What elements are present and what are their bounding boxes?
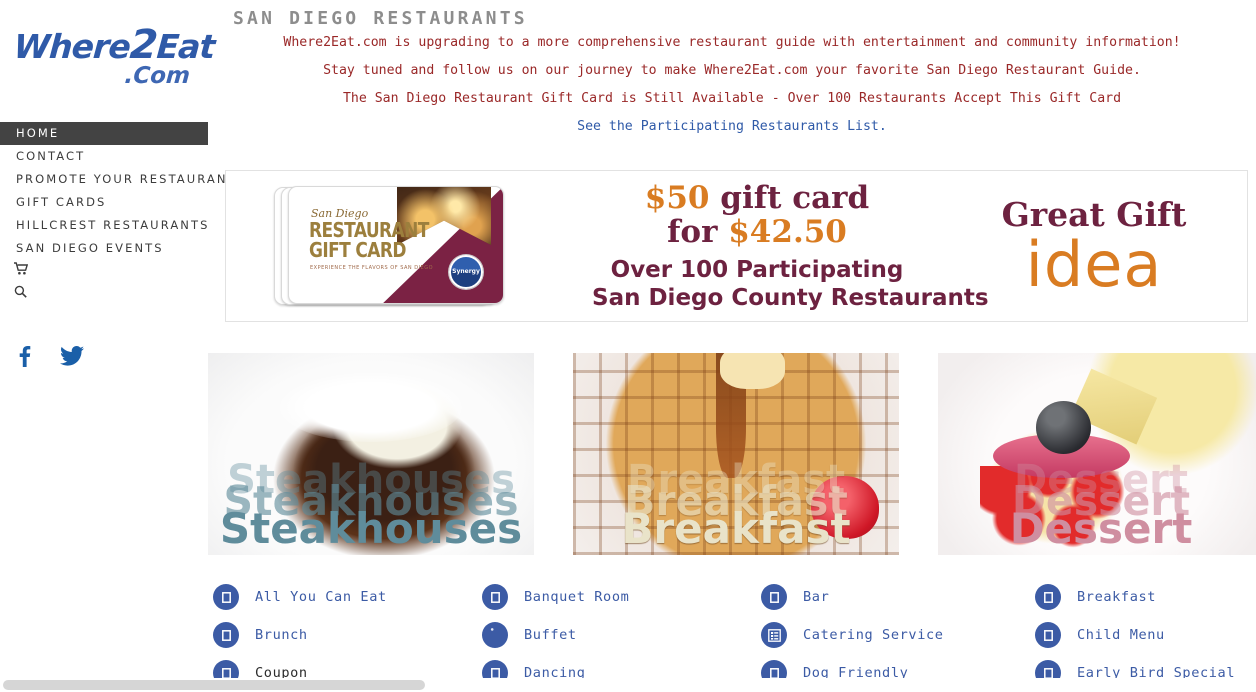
feature-link-buffet[interactable]: Buffet xyxy=(482,616,756,654)
social-links xyxy=(14,345,84,367)
banner-offer-text: $50 gift card for $42.50 Over 100 Partic… xyxy=(592,179,989,312)
announcement-line-2: Stay tuned and follow us on our journey … xyxy=(323,63,1141,78)
feature-link-bar[interactable]: Bar xyxy=(756,578,1030,616)
feature-label: Bar xyxy=(803,589,830,605)
tile-breakfast[interactable]: Breakfast Breakfast Breakfast xyxy=(573,353,899,555)
square-outline-icon xyxy=(213,584,239,610)
feature-row: All You Can Eat Banquet Room Bar Breakfa… xyxy=(208,578,1256,616)
gift-card-line2: GIFT CARD xyxy=(309,239,406,263)
banner-offer-for: for xyxy=(667,213,729,250)
gift-card-stack-image: San Diego RESTAURANT GIFT CARD EXPERIENC… xyxy=(274,184,510,308)
announcement-line-3: The San Diego Restaurant Gift Card is St… xyxy=(342,91,1122,106)
tile-dessert[interactable]: Dessert Dessert Dessert xyxy=(938,353,1256,555)
feature-link-grid: All You Can Eat Banquet Room Bar Breakfa… xyxy=(208,578,1256,692)
feature-label: Catering Service xyxy=(803,627,944,643)
horizontal-scrollbar[interactable] xyxy=(0,678,1256,692)
tile-steakhouses[interactable]: Steakhouses Steakhouses Steakhouses xyxy=(208,353,534,555)
sidebar-item-promote-your-restaurant[interactable]: PROMOTE YOUR RESTAURANT xyxy=(0,168,235,191)
banner-offer-price: $42.50 xyxy=(728,213,847,250)
feature-link-child-menu[interactable]: Child Menu xyxy=(1030,616,1256,654)
dessert-photo xyxy=(938,353,1256,555)
site-logo[interactable]: Where2Eat .Com xyxy=(12,22,216,100)
filled-circle-icon xyxy=(482,622,508,648)
gift-card-tagline: EXPERIENCE THE FLAVORS OF SAN DIEGO xyxy=(310,265,434,271)
sidebar-item-san-diego-events[interactable]: SAN DIEGO EVENTS xyxy=(0,237,208,260)
participating-restaurants-line: See the Participating Restaurants List. xyxy=(208,118,1256,136)
shopping-cart-icon[interactable] xyxy=(0,260,208,283)
logo-text-line2: .Com xyxy=(123,63,191,89)
feature-label: Breakfast xyxy=(1077,589,1157,605)
twitter-icon[interactable] xyxy=(60,346,84,366)
banner-offer-label: gift card xyxy=(709,179,870,216)
square-outline-icon xyxy=(213,622,239,648)
sidebar-nav: HOME CONTACT PROMOTE YOUR RESTAURANT GIF… xyxy=(0,122,235,306)
page-title: SAN DIEGO RESTAURANTS xyxy=(233,8,528,29)
waffle-photo xyxy=(573,353,899,555)
category-tiles: Steakhouses Steakhouses Steakhouses Brea… xyxy=(208,353,1256,555)
logo-text-line1: Where2Eat xyxy=(12,22,216,68)
announcement-block: Where2Eat.com is upgrading to a more com… xyxy=(208,34,1256,146)
feature-link-brunch[interactable]: Brunch xyxy=(208,616,482,654)
steak-photo xyxy=(208,353,534,555)
banner-offer-line3: Over 100 Participating xyxy=(610,256,904,283)
scrollbar-thumb[interactable] xyxy=(3,680,425,690)
feature-label: Child Menu xyxy=(1077,627,1165,643)
square-outline-icon xyxy=(1035,622,1061,648)
feature-link-catering-service[interactable]: Catering Service xyxy=(756,616,1030,654)
search-icon[interactable] xyxy=(0,283,208,306)
square-outline-icon xyxy=(1035,584,1061,610)
square-outline-icon xyxy=(482,584,508,610)
facebook-icon[interactable] xyxy=(14,345,34,367)
feature-label: Buffet xyxy=(524,627,577,643)
page-root: Where2Eat .Com HOME CONTACT PROMOTE YOUR… xyxy=(0,0,1256,692)
participating-restaurants-link[interactable]: See the Participating Restaurants List. xyxy=(577,119,887,134)
feature-label: All You Can Eat xyxy=(255,589,387,605)
feature-link-all-you-can-eat[interactable]: All You Can Eat xyxy=(208,578,482,616)
gift-card-banner[interactable]: San Diego RESTAURANT GIFT CARD EXPERIENC… xyxy=(225,170,1248,322)
main-content: SAN DIEGO RESTAURANTS Where2Eat.com is u… xyxy=(208,0,1256,692)
announcement-line-1: Where2Eat.com is upgrading to a more com… xyxy=(283,35,1181,50)
sidebar: Where2Eat .Com HOME CONTACT PROMOTE YOUR… xyxy=(0,0,235,692)
feature-link-breakfast[interactable]: Breakfast xyxy=(1030,578,1256,616)
banner-offer-line4: San Diego County Restaurants xyxy=(592,284,989,311)
banner-gift-idea-text: Great Gift idea xyxy=(974,196,1214,296)
sidebar-item-contact[interactable]: CONTACT xyxy=(0,145,208,168)
sidebar-item-home[interactable]: HOME xyxy=(0,122,208,145)
feature-link-banquet-room[interactable]: Banquet Room xyxy=(482,578,756,616)
sidebar-item-gift-cards[interactable]: GIFT CARDS xyxy=(0,191,208,214)
feature-label: Banquet Room xyxy=(524,589,630,605)
list-menu-icon xyxy=(761,622,787,648)
sidebar-item-hillcrest-restaurants[interactable]: HILLCREST RESTAURANTS xyxy=(0,214,208,237)
gift-card-script-label: San Diego xyxy=(311,207,369,220)
synergy-badge-icon: Synergy xyxy=(449,255,483,289)
feature-label: Brunch xyxy=(255,627,308,643)
banner-idea: idea xyxy=(1025,228,1163,301)
banner-offer-amount: $50 xyxy=(644,179,710,216)
square-outline-icon xyxy=(761,584,787,610)
feature-row: Brunch Buffet Catering Service Child Men… xyxy=(208,616,1256,654)
